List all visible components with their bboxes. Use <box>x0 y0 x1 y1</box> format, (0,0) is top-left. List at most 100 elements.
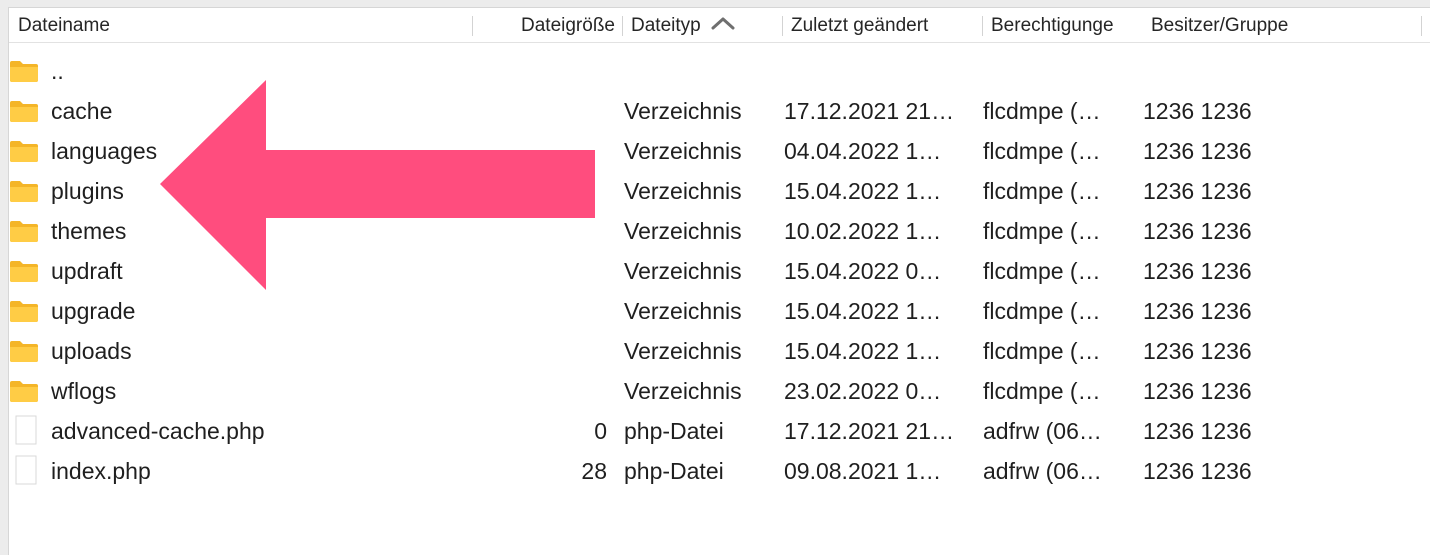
file-list: .. cache Verzeichnis 17.12.2021 21… flcdmpe… <box>9 51 1430 491</box>
file-modified: 17.12.2021 21… <box>784 98 955 124</box>
file-name: wflogs <box>51 378 117 404</box>
file-owner: 1236 1236 <box>1143 98 1252 124</box>
file-modified: 23.02.2022 0… <box>784 378 942 404</box>
folder-icon <box>9 51 39 91</box>
column-header-type[interactable]: Dateityp <box>631 8 781 42</box>
file-name: advanced-cache.php <box>51 418 265 444</box>
file-owner: 1236 1236 <box>1143 178 1252 204</box>
file-permissions: adfrw (06… <box>983 458 1102 484</box>
file-size <box>479 211 607 251</box>
file-name: .. <box>51 58 64 84</box>
column-header-size[interactable]: Dateigröße <box>479 8 615 42</box>
file-permissions: flcdmpe (… <box>983 258 1101 284</box>
file-permissions: flcdmpe (… <box>983 138 1101 164</box>
file-size <box>479 371 607 411</box>
table-row[interactable]: languages Verzeichnis 04.04.2022 1… flcdmpe… <box>9 131 1430 171</box>
file-modified: 15.04.2022 1… <box>784 338 942 364</box>
file-list-pane: Dateiname Dateigröße Dateityp Zuletzt ge… <box>8 7 1430 555</box>
table-row[interactable]: plugins Verzeichnis 15.04.2022 1… flcdmpe (… <box>9 171 1430 211</box>
file-modified: 15.04.2022 0… <box>784 258 942 284</box>
file-rows: cache Verzeichnis 17.12.2021 21… flcdmpe (…… <box>9 91 1430 491</box>
file-type: Verzeichnis <box>624 378 742 404</box>
parent-directory-row[interactable]: .. <box>9 51 1430 91</box>
column-resize-handle[interactable] <box>1421 16 1422 36</box>
file-owner: 1236 1236 <box>1143 378 1252 404</box>
folder-icon <box>9 371 39 411</box>
file-owner: 1236 1236 <box>1143 138 1252 164</box>
file-modified: 04.04.2022 1… <box>784 138 942 164</box>
file-size: 28 <box>581 458 607 484</box>
file-type: Verzeichnis <box>624 98 742 124</box>
file-permissions: flcdmpe (… <box>983 338 1101 364</box>
file-type: php-Datei <box>624 418 724 444</box>
file-permissions: flcdmpe (… <box>983 298 1101 324</box>
file-permissions: flcdmpe (… <box>983 218 1101 244</box>
column-header-type-label: Dateityp <box>631 15 701 36</box>
column-header-bar: Dateiname Dateigröße Dateityp Zuletzt ge… <box>9 8 1430 43</box>
file-name: themes <box>51 218 127 244</box>
table-row[interactable]: advanced-cache.php 0 php-Datei 17.12.2021 2… <box>9 411 1430 451</box>
chevron-up-icon <box>711 17 735 30</box>
file-owner: 1236 1236 <box>1143 418 1252 444</box>
file-name: upgrade <box>51 298 136 324</box>
file-name: cache <box>51 98 113 124</box>
folder-icon <box>9 291 39 331</box>
file-owner: 1236 1236 <box>1143 458 1252 484</box>
folder-icon <box>9 331 39 371</box>
file-owner: 1236 1236 <box>1143 338 1252 364</box>
file-type: Verzeichnis <box>624 338 742 364</box>
file-type: php-Datei <box>624 458 724 484</box>
column-resize-handle[interactable] <box>472 16 473 36</box>
table-row[interactable]: index.php 28 php-Datei 09.08.2021 1… adfrw (… <box>9 451 1430 491</box>
column-resize-handle[interactable] <box>982 16 983 36</box>
folder-icon <box>9 91 39 131</box>
file-size <box>479 131 607 171</box>
file-name: uploads <box>51 338 132 364</box>
table-row[interactable]: uploads Verzeichnis 15.04.2022 1… flcdmpe (… <box>9 331 1430 371</box>
file-name: plugins <box>51 178 124 204</box>
file-type: Verzeichnis <box>624 178 742 204</box>
file-owner: 1236 1236 <box>1143 218 1252 244</box>
folder-icon <box>9 211 39 251</box>
file-owner: 1236 1236 <box>1143 258 1252 284</box>
table-row[interactable]: wflogs Verzeichnis 23.02.2022 0… flcdmpe (…… <box>9 371 1430 411</box>
file-modified: 15.04.2022 1… <box>784 298 942 324</box>
file-owner: 1236 1236 <box>1143 298 1252 324</box>
file-modified: 09.08.2021 1… <box>784 458 942 484</box>
file-permissions: adfrw (06… <box>983 418 1102 444</box>
file-name: index.php <box>51 458 151 484</box>
column-resize-handle[interactable] <box>782 16 783 36</box>
file-modified: 10.02.2022 1… <box>784 218 942 244</box>
column-header-name[interactable]: Dateiname <box>18 8 468 42</box>
file-permissions: flcdmpe (… <box>983 378 1101 404</box>
file-modified: 15.04.2022 1… <box>784 178 942 204</box>
file-icon <box>9 411 39 451</box>
column-header-permissions[interactable]: Berechtigunge <box>991 8 1143 42</box>
table-row[interactable]: cache Verzeichnis 17.12.2021 21… flcdmpe (…… <box>9 91 1430 131</box>
folder-icon <box>9 251 39 291</box>
file-permissions: flcdmpe (… <box>983 178 1101 204</box>
file-type: Verzeichnis <box>624 218 742 244</box>
file-size <box>479 91 607 131</box>
file-name: updraft <box>51 258 123 284</box>
file-name: languages <box>51 138 158 164</box>
column-header-modified[interactable]: Zuletzt geändert <box>791 8 981 42</box>
file-size <box>479 291 607 331</box>
file-permissions: flcdmpe (… <box>983 98 1101 124</box>
file-size <box>479 331 607 371</box>
file-size <box>479 251 607 291</box>
file-type: Verzeichnis <box>624 138 742 164</box>
column-header-owner[interactable]: Besitzer/Gruppe <box>1151 8 1351 42</box>
file-type: Verzeichnis <box>624 298 742 324</box>
table-row[interactable]: updraft Verzeichnis 15.04.2022 0… flcdmpe (… <box>9 251 1430 291</box>
file-type: Verzeichnis <box>624 258 742 284</box>
file-icon <box>9 451 39 491</box>
file-size: 0 <box>594 418 607 444</box>
column-resize-handle[interactable] <box>622 16 623 36</box>
file-modified: 17.12.2021 21… <box>784 418 955 444</box>
table-row[interactable]: themes Verzeichnis 10.02.2022 1… flcdmpe (…… <box>9 211 1430 251</box>
file-size <box>479 171 607 211</box>
folder-icon <box>9 131 39 171</box>
folder-icon <box>9 171 39 211</box>
table-row[interactable]: upgrade Verzeichnis 15.04.2022 1… flcdmpe (… <box>9 291 1430 331</box>
